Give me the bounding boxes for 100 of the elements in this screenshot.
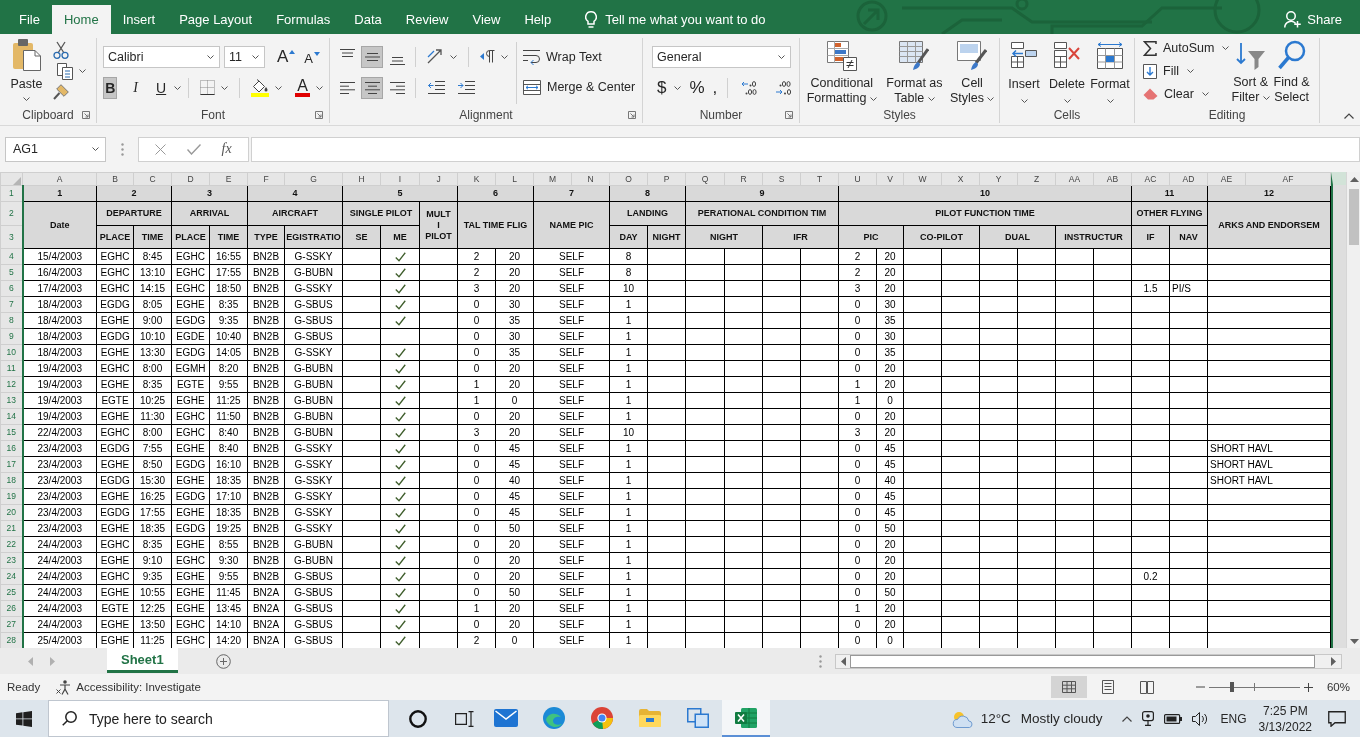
horizontal-scrollbar[interactable]	[835, 653, 1342, 669]
column-header[interactable]: Z	[1017, 172, 1056, 186]
column-header[interactable]: M	[533, 172, 572, 186]
conditional-formatting-button[interactable]: Conditional Formatting	[802, 38, 882, 107]
column-header[interactable]: D	[171, 172, 210, 186]
column-header[interactable]: L	[495, 172, 534, 186]
column-header[interactable]: S	[762, 172, 801, 186]
find-select-button[interactable]: Find & Select	[1270, 38, 1313, 107]
caret-icon[interactable]	[174, 85, 182, 90]
ribbon-tab[interactable]: View	[460, 5, 513, 34]
caret-icon[interactable]	[316, 85, 323, 90]
insert-cells-button[interactable]: Insert	[1003, 38, 1045, 107]
column-header[interactable]: P	[647, 172, 686, 186]
wrap-text-button[interactable]: Wrap Text	[523, 45, 642, 69]
delete-cells-button[interactable]: Delete	[1046, 38, 1088, 107]
column-header[interactable]: N	[571, 172, 610, 186]
dialog-launcher-icon[interactable]	[315, 111, 323, 119]
chevron-up-icon[interactable]	[1121, 715, 1132, 722]
dialog-launcher-icon[interactable]	[628, 111, 636, 119]
paste-button[interactable]: Paste	[6, 38, 47, 107]
circle-icon[interactable]	[409, 709, 427, 728]
paintbrush-icon[interactable]	[53, 84, 69, 101]
slider-thumb[interactable]	[1229, 682, 1234, 692]
language-indicator[interactable]: ENG	[1220, 711, 1247, 726]
sheet-tab[interactable]: Sheet1	[107, 648, 178, 673]
underline-button[interactable]: U	[153, 76, 169, 99]
percent-button[interactable]: %	[689, 76, 705, 99]
zoom-in-icon[interactable]	[1303, 682, 1313, 692]
row-header[interactable]: 3	[0, 225, 23, 249]
comma-button[interactable]: ,	[712, 76, 718, 99]
vertical-dots-icon[interactable]	[819, 654, 822, 668]
column-header[interactable]: R	[724, 172, 763, 186]
format-cells-button[interactable]: Format	[1089, 38, 1131, 107]
taskbar-app[interactable]	[722, 700, 770, 737]
vertical-dots-icon[interactable]	[121, 142, 124, 156]
format-as-table-button[interactable]: Format as Table	[882, 38, 947, 107]
column-header[interactable]: B	[96, 172, 134, 186]
ribbon-tab[interactable]: Page Layout	[167, 5, 265, 34]
caret-icon[interactable]	[207, 54, 215, 59]
search-field[interactable]: Type here to search	[48, 700, 389, 737]
column-header[interactable]: I	[380, 172, 420, 186]
caret-icon[interactable]	[778, 54, 785, 59]
column-header[interactable]: V	[876, 172, 904, 186]
tick-icon[interactable]	[186, 143, 201, 155]
column-header[interactable]: AA	[1055, 172, 1094, 186]
column-header[interactable]: AC	[1131, 172, 1170, 186]
name-box[interactable]: AG1	[5, 136, 106, 162]
fill-button[interactable]: Fill	[1141, 61, 1231, 81]
column-header[interactable]: Y	[979, 172, 1018, 186]
column-header[interactable]: K	[457, 172, 496, 186]
ribbon-tab[interactable]: Review	[393, 5, 461, 34]
caret-icon[interactable]	[252, 54, 259, 59]
align-center-button[interactable]	[361, 76, 383, 99]
accessibility-button[interactable]: Accessibility: Investigate	[56, 679, 201, 695]
increase-indent-icon[interactable]	[458, 81, 475, 94]
column-header[interactable]: AF	[1245, 172, 1331, 186]
tell-me-search[interactable]: Tell me what you want to do	[585, 5, 766, 34]
bold-button[interactable]: B	[103, 76, 118, 99]
cross-icon[interactable]	[155, 143, 167, 155]
clear-button[interactable]: Clear	[1141, 84, 1231, 104]
scissors-icon[interactable]	[53, 40, 69, 59]
italic-button[interactable]: I	[128, 76, 143, 99]
column-header[interactable]: X	[941, 172, 980, 186]
font-size-field[interactable]: 11	[224, 45, 265, 68]
formula-field[interactable]	[251, 136, 1360, 162]
column-header[interactable]: H	[342, 172, 381, 186]
ribbon-tab[interactable]: Insert	[110, 5, 168, 34]
sort-filter-button[interactable]: Sort & Filter	[1231, 38, 1271, 107]
dialog-launcher-icon[interactable]	[82, 111, 90, 119]
normal-view-button[interactable]	[1050, 676, 1087, 698]
dialog-launcher-icon[interactable]	[785, 111, 793, 119]
battery-icon[interactable]	[1163, 713, 1182, 724]
collapse-ribbon-icon[interactable]	[1344, 113, 1354, 119]
scrollbar-thumb[interactable]	[1349, 189, 1359, 245]
temperature[interactable]: 12°C	[980, 711, 1011, 726]
column-header[interactable]: G	[284, 172, 343, 186]
ribbon-tab[interactable]: Help	[512, 5, 564, 34]
ribbon-tab[interactable]: Formulas	[264, 5, 343, 34]
weather-condition[interactable]: Mostly cloudy	[1020, 711, 1103, 726]
insert-function-button[interactable]: fx	[221, 141, 232, 157]
vertical-scrollbar[interactable]	[1346, 172, 1360, 648]
merge-center-button[interactable]: Merge & Center	[523, 75, 642, 99]
ribbon-tab[interactable]: Data	[342, 5, 394, 34]
row-header[interactable]: 2	[0, 201, 23, 226]
font-name-field[interactable]: Calibri	[103, 45, 221, 68]
task-view-icon[interactable]	[455, 710, 474, 727]
column-header[interactable]: T	[800, 172, 839, 186]
column-header[interactable]: W	[903, 172, 942, 186]
number-format-field[interactable]: General	[652, 45, 791, 68]
ribbon-tab[interactable]: File	[7, 5, 52, 34]
add-sheet-icon[interactable]	[215, 653, 231, 669]
decrease-indent-icon[interactable]	[428, 81, 445, 94]
speaker-icon[interactable]	[1191, 711, 1208, 726]
column-header[interactable]: J	[419, 172, 458, 186]
scrollbar-thumb[interactable]	[850, 654, 1315, 668]
font-color-button[interactable]: A	[295, 78, 310, 97]
column-header[interactable]: O	[609, 172, 648, 186]
share-button[interactable]: Share	[1284, 5, 1342, 34]
scroll-right-icon[interactable]	[1331, 656, 1336, 666]
caret-icon[interactable]	[92, 147, 99, 151]
